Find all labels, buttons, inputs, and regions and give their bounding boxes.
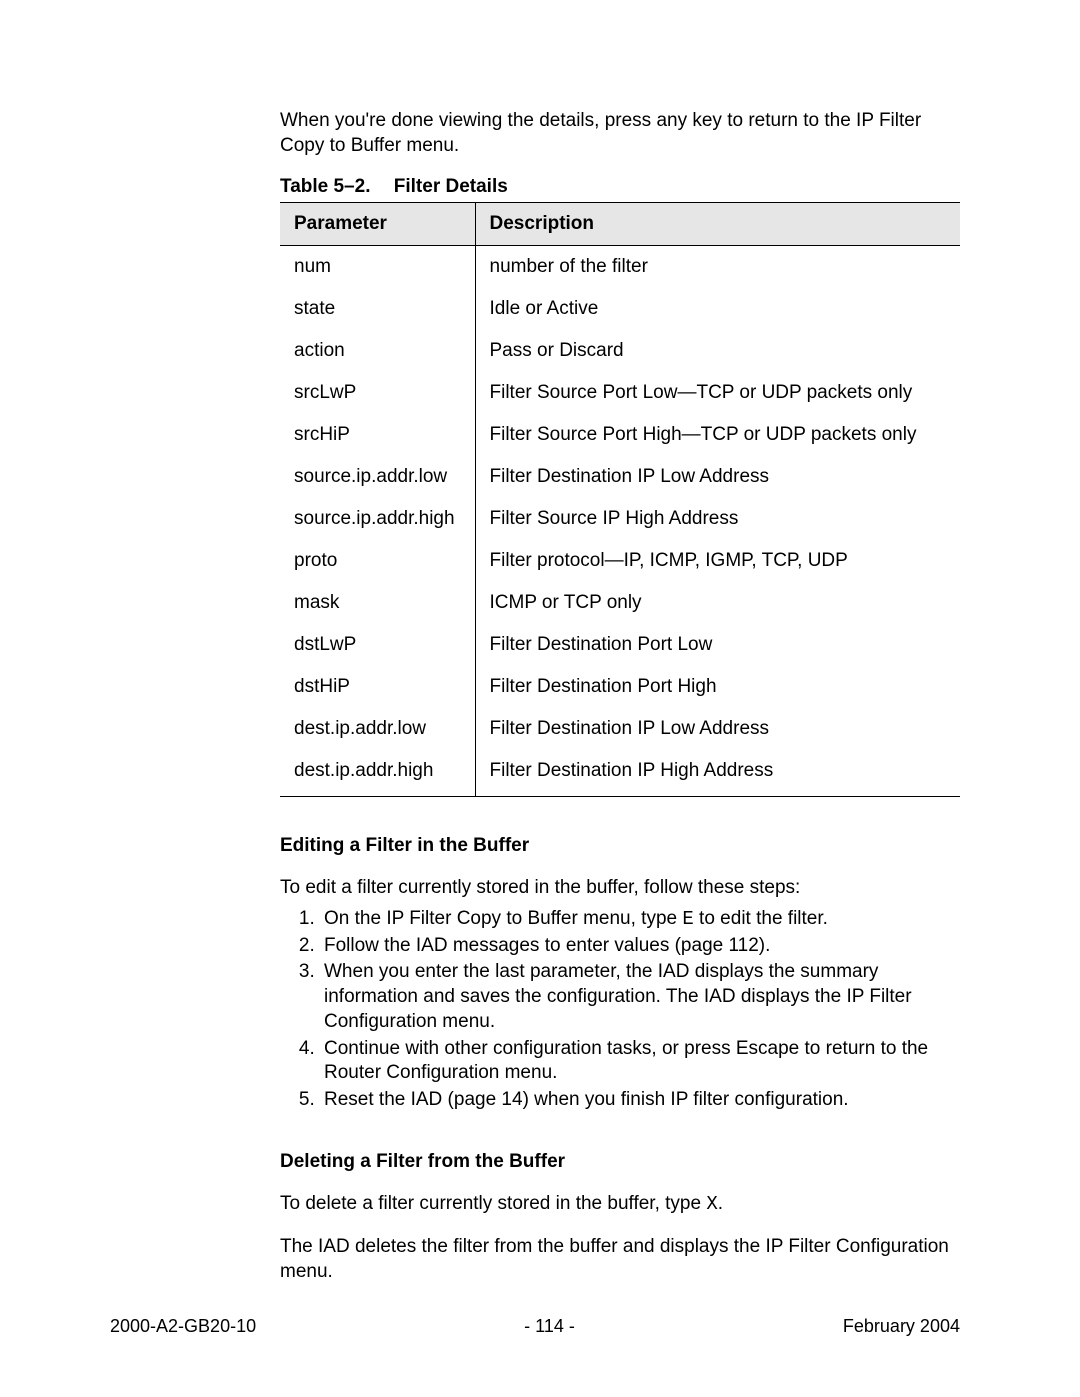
delete-lead-pre: To delete a filter currently stored in t…	[280, 1193, 706, 1214]
parameter-cell: action	[280, 330, 475, 372]
list-item: Follow the IAD messages to enter values …	[320, 934, 960, 959]
page-footer: 2000-A2-GB20-10 - 114 - February 2004	[110, 1316, 960, 1337]
description-cell: Pass or Discard	[475, 330, 960, 372]
table-header-parameter: Parameter	[280, 203, 475, 246]
step-text-post: to edit the filter.	[694, 908, 828, 929]
description-cell: number of the filter	[475, 246, 960, 289]
delete-lead-code: X	[706, 1193, 717, 1215]
step-text: On the IP Filter Copy to Buffer menu, ty…	[324, 908, 682, 929]
table-row: dstHiPFilter Destination Port High	[280, 666, 960, 708]
parameter-cell: num	[280, 246, 475, 289]
table-header-row: Parameter Description	[280, 203, 960, 246]
description-cell: Idle or Active	[475, 288, 960, 330]
parameter-cell: proto	[280, 540, 475, 582]
parameter-cell: state	[280, 288, 475, 330]
parameter-cell: source.ip.addr.low	[280, 456, 475, 498]
description-cell: Filter Destination IP Low Address	[475, 456, 960, 498]
description-cell: Filter protocol—IP, ICMP, IGMP, TCP, UDP	[475, 540, 960, 582]
parameter-cell: srcLwP	[280, 372, 475, 414]
heading-editing-filter: Editing a Filter in the Buffer	[280, 835, 960, 857]
parameter-cell: mask	[280, 582, 475, 624]
table-row: source.ip.addr.lowFilter Destination IP …	[280, 456, 960, 498]
table-caption: Table 5–2. Filter Details	[280, 176, 960, 198]
table-row: dest.ip.addr.highFilter Destination IP H…	[280, 750, 960, 797]
footer-page-number: - 114 -	[524, 1316, 575, 1337]
parameter-cell: dstLwP	[280, 624, 475, 666]
delete-body-text: The IAD deletes the filter from the buff…	[280, 1235, 960, 1284]
table-row: srcHiPFilter Source Port High—TCP or UDP…	[280, 414, 960, 456]
list-item: Continue with other configuration tasks,…	[320, 1037, 960, 1086]
parameter-cell: dest.ip.addr.high	[280, 750, 475, 797]
description-cell: Filter Destination IP Low Address	[475, 708, 960, 750]
table-row: dest.ip.addr.lowFilter Destination IP Lo…	[280, 708, 960, 750]
footer-date: February 2004	[843, 1316, 960, 1337]
table-row: srcLwPFilter Source Port Low—TCP or UDP …	[280, 372, 960, 414]
parameter-cell: dest.ip.addr.low	[280, 708, 475, 750]
table-row: numnumber of the filter	[280, 246, 960, 289]
step-code: E	[682, 908, 693, 930]
list-item: Reset the IAD (page 14) when you finish …	[320, 1088, 960, 1113]
delete-lead-post: .	[718, 1193, 723, 1214]
edit-steps-list: On the IP Filter Copy to Buffer menu, ty…	[280, 907, 960, 1113]
description-cell: Filter Destination Port High	[475, 666, 960, 708]
parameter-cell: srcHiP	[280, 414, 475, 456]
parameter-cell: source.ip.addr.high	[280, 498, 475, 540]
description-cell: Filter Destination Port Low	[475, 624, 960, 666]
footer-doc-id: 2000-A2-GB20-10	[110, 1316, 256, 1337]
step-text: Follow the IAD messages to enter values …	[324, 935, 770, 956]
table-row: protoFilter protocol—IP, ICMP, IGMP, TCP…	[280, 540, 960, 582]
description-cell: ICMP or TCP only	[475, 582, 960, 624]
description-cell: Filter Source Port High—TCP or UDP packe…	[475, 414, 960, 456]
step-text: Continue with other configuration tasks,…	[324, 1038, 928, 1084]
edit-lead-text: To edit a filter currently stored in the…	[280, 876, 960, 901]
table-caption-number: Table 5–2.	[280, 176, 370, 197]
intro-paragraph: When you're done viewing the details, pr…	[280, 109, 960, 158]
delete-lead-text: To delete a filter currently stored in t…	[280, 1192, 960, 1217]
table-row: actionPass or Discard	[280, 330, 960, 372]
table-row: dstLwPFilter Destination Port Low	[280, 624, 960, 666]
description-cell: Filter Source IP High Address	[475, 498, 960, 540]
step-text: Reset the IAD (page 14) when you finish …	[324, 1089, 849, 1110]
table-row: stateIdle or Active	[280, 288, 960, 330]
document-page: When you're done viewing the details, pr…	[0, 0, 1080, 1397]
heading-deleting-filter: Deleting a Filter from the Buffer	[280, 1151, 960, 1173]
table-caption-title: Filter Details	[394, 176, 508, 197]
list-item: On the IP Filter Copy to Buffer menu, ty…	[320, 907, 960, 932]
description-cell: Filter Destination IP High Address	[475, 750, 960, 797]
table-row: maskICMP or TCP only	[280, 582, 960, 624]
description-cell: Filter Source Port Low—TCP or UDP packet…	[475, 372, 960, 414]
table-row: source.ip.addr.highFilter Source IP High…	[280, 498, 960, 540]
step-text: When you enter the last parameter, the I…	[324, 961, 912, 1031]
filter-details-table: Parameter Description numnumber of the f…	[280, 202, 960, 797]
parameter-cell: dstHiP	[280, 666, 475, 708]
table-header-description: Description	[475, 203, 960, 246]
list-item: When you enter the last parameter, the I…	[320, 960, 960, 1034]
